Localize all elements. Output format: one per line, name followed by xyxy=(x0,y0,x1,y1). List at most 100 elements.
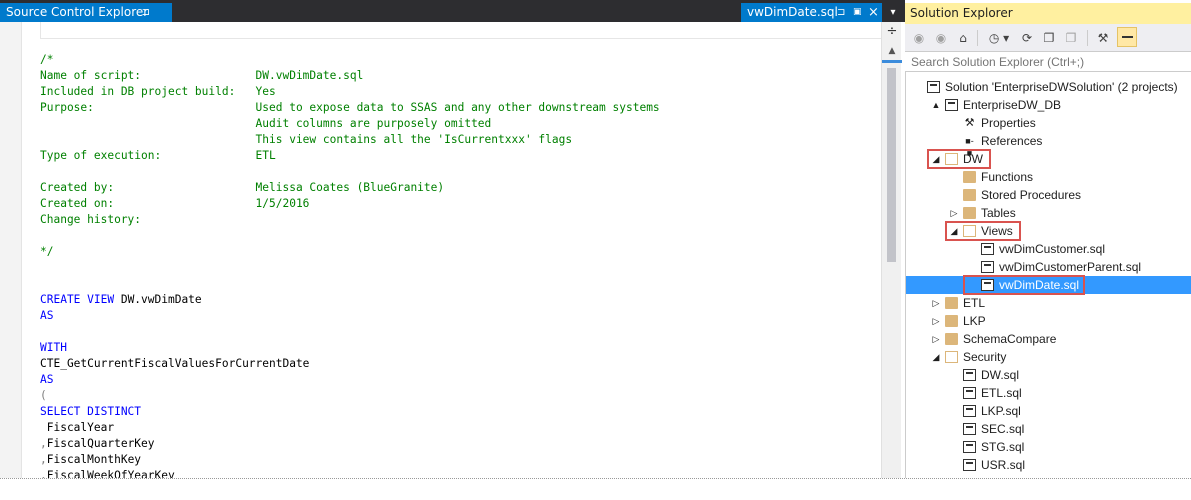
tree-item-lkp[interactable]: ▷ LKP xyxy=(906,312,1191,330)
tree-item-stg-sql[interactable]: STG.sql xyxy=(906,438,1191,456)
search-input[interactable] xyxy=(905,52,1191,71)
folder-icon xyxy=(963,207,976,219)
tree-item-stored-procedures[interactable]: Stored Procedures xyxy=(906,186,1191,204)
code-line: Audit columns are purposely omitted xyxy=(40,117,492,130)
references-icon: ■-■ xyxy=(965,136,974,158)
code-line: WITH xyxy=(40,341,67,354)
sync-icon[interactable]: ⟳ xyxy=(1019,28,1035,48)
code-line: This view contains all the 'IsCurrentxxx… xyxy=(40,133,573,146)
tree-item-references[interactable]: ■-■ References xyxy=(906,132,1191,158)
code-token: DW.vwDimDate xyxy=(120,293,202,306)
close-icon[interactable]: × xyxy=(868,3,879,22)
vertical-scrollbar[interactable]: ÷ ▲ xyxy=(881,22,902,497)
tree-item-vwdimcustomer[interactable]: vwDimCustomer.sql xyxy=(906,240,1191,258)
scroll-up-icon[interactable]: ▲ xyxy=(885,46,899,56)
window-icon[interactable]: ▣ xyxy=(853,3,862,22)
tree-item-label: References xyxy=(981,134,1043,148)
tree-item-sec-sql[interactable]: SEC.sql xyxy=(906,420,1191,438)
code-line: Created by: Melissa Coates (BlueGranite) xyxy=(40,181,445,194)
expand-arrow-icon[interactable]: ▷ xyxy=(931,330,941,348)
tree-item-dw-sql[interactable]: DW.sql xyxy=(906,366,1191,384)
tree-item-project[interactable]: ▲ EnterpriseDW_DB xyxy=(906,96,1191,114)
preview-icon[interactable] xyxy=(1117,27,1137,47)
code-text[interactable]: /* Name of script: DW.vwDimDate.sql Includ… xyxy=(40,52,660,500)
solution-explorer-search xyxy=(905,52,1191,72)
tree-item-etl-sql[interactable]: ETL.sql xyxy=(906,384,1191,402)
pin-icon[interactable]: ⊐ xyxy=(837,3,845,22)
tree-item-label: Security xyxy=(963,350,1007,364)
highlight-box xyxy=(963,275,1085,295)
pin-icon[interactable]: ⊐ xyxy=(142,3,150,22)
solution-icon xyxy=(927,81,940,93)
collapse-arrow-icon[interactable]: ▲ xyxy=(931,96,941,114)
tree-item-tables[interactable]: ▷ Tables xyxy=(906,204,1191,222)
tree-item-label: LKP xyxy=(963,314,986,328)
tree-item-label: Functions xyxy=(981,170,1034,184)
code-line: AS xyxy=(40,373,54,386)
tree-item-security[interactable]: ◢ Security xyxy=(906,348,1191,366)
tree-item-label: vwDimCustomerParent.sql xyxy=(999,260,1142,274)
folder-icon xyxy=(945,297,958,309)
tree-item-label: SEC.sql xyxy=(981,422,1025,436)
collapse-all-icon[interactable]: ❐ xyxy=(1041,28,1057,48)
folder-icon xyxy=(963,171,976,183)
show-all-files-icon[interactable]: ❐ xyxy=(1063,28,1079,48)
back-icon[interactable]: ◉ xyxy=(911,28,927,48)
expand-arrow-icon[interactable]: ▷ xyxy=(931,312,941,330)
tree-item-properties[interactable]: ⚒ Properties xyxy=(906,114,1191,132)
folder-icon xyxy=(945,333,958,345)
code-line: /* xyxy=(40,53,54,66)
tree-item-schemacompare[interactable]: ▷ SchemaCompare xyxy=(906,330,1191,348)
code-token: FiscalMonthKey xyxy=(46,453,142,466)
code-line: ( xyxy=(40,389,47,402)
forward-icon[interactable]: ◉ xyxy=(933,28,949,48)
pending-changes-icon[interactable]: ◷ ▾ xyxy=(985,28,1013,48)
tree-item-functions[interactable]: Functions xyxy=(906,168,1191,186)
folder-icon xyxy=(963,189,976,201)
highlight-box xyxy=(927,149,991,169)
tree-item-usr-sql[interactable]: USR.sql xyxy=(906,456,1191,474)
highlight-box xyxy=(945,221,1021,241)
tree-item-label: Solution 'EnterpriseDWSolution' (2 proje… xyxy=(945,80,1178,94)
folder-icon xyxy=(945,315,958,327)
tab-source-control-explorer-label: Source Control Explorer xyxy=(6,5,149,19)
code-line: */ xyxy=(40,245,54,258)
solution-explorer-title-bar: Solution Explorer xyxy=(905,3,1191,24)
tree-item-solution[interactable]: Solution 'EnterpriseDWSolution' (2 proje… xyxy=(906,78,1191,96)
properties-wrench-icon[interactable]: ⚒ xyxy=(1095,28,1111,48)
tree-item-vwdimcustomerparent[interactable]: vwDimCustomerParent.sql xyxy=(906,258,1191,276)
tree-item-label: EnterpriseDW_DB xyxy=(963,98,1062,112)
scroll-thumb[interactable] xyxy=(887,68,896,262)
tree-item-label: DW.sql xyxy=(981,368,1020,382)
code-line: FiscalYear xyxy=(40,421,115,434)
code-token: FiscalQuarterKey xyxy=(46,437,155,450)
code-line: Purpose: Used to expose data to SSAS and… xyxy=(40,101,660,114)
sql-file-icon xyxy=(963,441,976,453)
code-token: , xyxy=(40,453,47,466)
chevron-down-icon[interactable]: ▾ xyxy=(884,3,902,22)
tree-item-etl[interactable]: ▷ ETL xyxy=(906,294,1191,312)
collapse-arrow-icon[interactable]: ◢ xyxy=(931,348,941,366)
sql-file-icon xyxy=(981,243,994,255)
tab-vwdimdate-label: vwDimDate.sql xyxy=(747,5,838,19)
tree-item-lkp-sql[interactable]: LKP.sql xyxy=(906,402,1191,420)
home-icon[interactable]: ⌂ xyxy=(955,28,971,48)
code-token: , xyxy=(40,437,47,450)
code-editor[interactable]: /* Name of script: DW.vwDimDate.sql Includ… xyxy=(0,22,881,500)
editor-gutter xyxy=(0,22,22,497)
expand-arrow-icon[interactable]: ▷ xyxy=(949,204,959,222)
torn-edge xyxy=(0,478,1191,497)
code-line: CREATE VIEW DW.vwDimDate xyxy=(40,292,660,308)
solution-tree: Solution 'EnterpriseDWSolution' (2 proje… xyxy=(905,72,1191,497)
split-window-icon[interactable]: ÷ xyxy=(885,25,899,39)
code-line: Created on: 1/5/2016 xyxy=(40,197,310,210)
tab-source-control-explorer[interactable]: Source Control Explorer ⊐ xyxy=(0,3,172,22)
tab-vwdimdate[interactable]: vwDimDate.sql ⊐ ▣ × xyxy=(741,3,882,22)
expand-arrow-icon[interactable]: ▷ xyxy=(931,294,941,312)
sql-file-icon xyxy=(981,261,994,273)
tree-item-label: USR.sql xyxy=(981,458,1026,472)
